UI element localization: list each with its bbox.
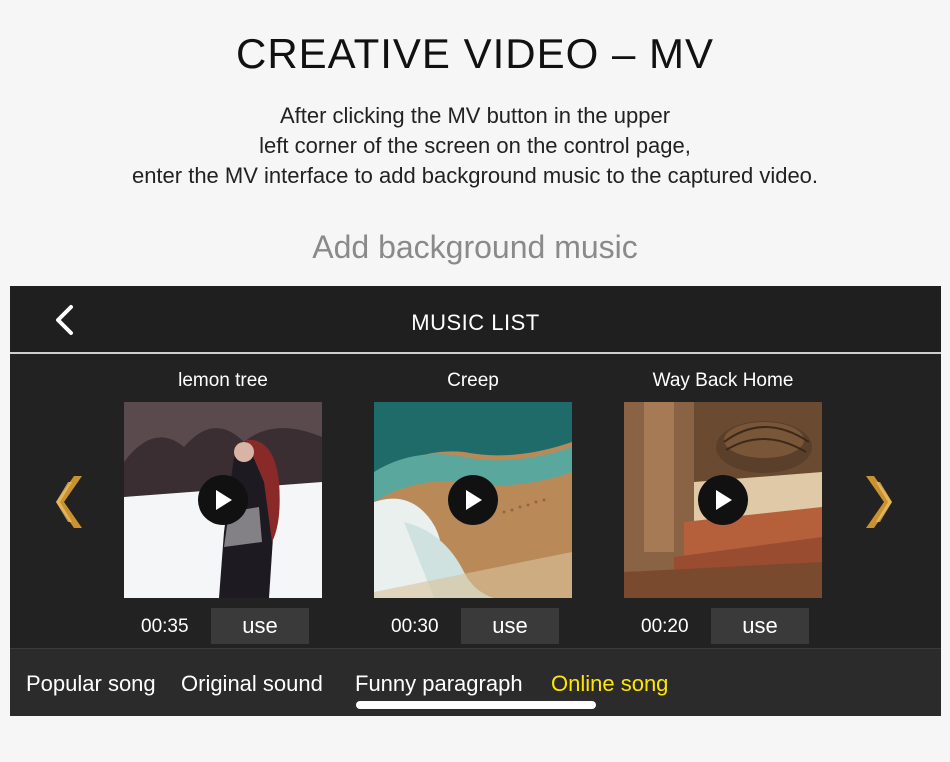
song-cover-image[interactable] xyxy=(624,402,822,598)
description-line: After clicking the MV button in the uppe… xyxy=(279,103,671,128)
song-card: Creep 00:30 use xyxy=(373,366,573,648)
screen-title: MUSIC LIST xyxy=(411,310,540,335)
song-card: lemon tree 00:35 use xyxy=(123,366,323,648)
tab-popular-song[interactable]: Popular song xyxy=(26,671,156,697)
song-footer: 00:20 use xyxy=(623,608,823,648)
page-headline: CREATIVE VIDEO – MV xyxy=(236,30,714,77)
play-button[interactable] xyxy=(448,475,498,525)
song-title: Way Back Home xyxy=(652,370,794,391)
song-duration: 00:30 xyxy=(391,616,439,637)
tab-online-song[interactable]: Online song xyxy=(551,671,668,697)
song-footer: 00:35 use xyxy=(123,608,323,648)
play-button[interactable] xyxy=(698,475,748,525)
description-line: enter the MV interface to add background… xyxy=(131,163,819,188)
song-duration: 00:20 xyxy=(641,616,689,637)
page-subheading: Add background music xyxy=(312,229,638,265)
tab-original-sound[interactable]: Original sound xyxy=(181,671,323,697)
top-bar: MUSIC LIST xyxy=(10,286,941,354)
description-line: left corner of the screen on the control… xyxy=(259,133,691,158)
play-button[interactable] xyxy=(198,475,248,525)
song-title: Creep xyxy=(447,370,499,391)
music-list-screen: MUSIC LIST lemon tree 00:35 use Creep 00… xyxy=(10,286,941,716)
play-icon xyxy=(466,490,482,510)
song-duration: 00:35 xyxy=(141,616,189,637)
use-button[interactable]: use xyxy=(711,608,809,644)
play-icon xyxy=(216,490,232,510)
carousel-next-button[interactable] xyxy=(864,474,896,530)
page-description: After clicking the MV button in the uppe… xyxy=(0,101,950,191)
use-button[interactable]: use xyxy=(211,608,309,644)
tab-funny-paragraph[interactable]: Funny paragraph xyxy=(355,671,523,697)
category-tab-bar: Popular song Original sound Funny paragr… xyxy=(10,648,941,716)
song-card: Way Back Home 00:20 use xyxy=(623,366,823,648)
use-button[interactable]: use xyxy=(461,608,559,644)
play-icon xyxy=(716,490,732,510)
song-cover-image[interactable] xyxy=(124,402,322,598)
double-chevron-left-icon xyxy=(56,476,82,528)
carousel-prev-button[interactable] xyxy=(52,474,84,530)
song-title: lemon tree xyxy=(178,370,268,391)
tab-scroll-indicator[interactable] xyxy=(356,701,596,709)
song-cover-image[interactable] xyxy=(374,402,572,598)
double-chevron-right-icon xyxy=(866,476,892,528)
song-footer: 00:30 use xyxy=(373,608,573,648)
